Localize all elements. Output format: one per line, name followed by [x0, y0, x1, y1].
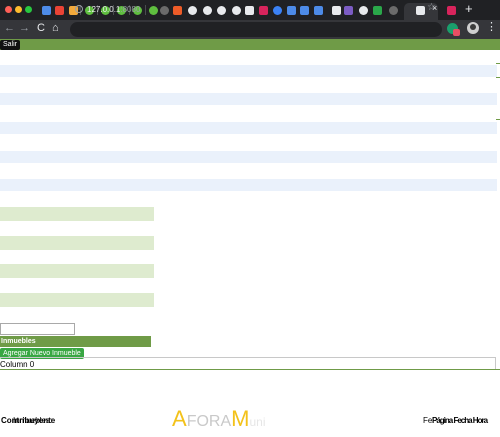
logo-letter-a: A [172, 406, 187, 431]
gmail-icon[interactable] [55, 6, 64, 15]
profile-avatar[interactable] [467, 22, 479, 34]
address-bar-url[interactable]: 127.0.0.1:8080 [87, 5, 140, 14]
tab-favicon-icon[interactable] [447, 6, 456, 15]
xbox-icon[interactable] [149, 6, 158, 15]
summary-row [0, 236, 154, 250]
grid-icon[interactable] [287, 6, 296, 15]
summary-row [0, 264, 154, 278]
active-tab-favicon-icon [416, 6, 425, 15]
medium-icon[interactable] [332, 6, 341, 15]
footer-inmuebles-label: Inmuebles: [13, 416, 53, 425]
back-icon[interactable]: ← [4, 23, 15, 34]
tab-favicon-icon[interactable] [389, 6, 398, 15]
row-marker [496, 77, 500, 78]
browser-toolbar: ← → C ⌂ [0, 20, 500, 39]
site-info-icon[interactable]: i [75, 5, 83, 13]
tab-favicon-icon[interactable] [373, 6, 382, 15]
close-window-icon[interactable] [5, 6, 12, 13]
table-right-border [495, 357, 496, 369]
info-row [0, 122, 497, 134]
chrome-icon[interactable] [188, 6, 197, 15]
search-input[interactable] [0, 323, 75, 335]
address-bar[interactable] [70, 22, 442, 37]
table-top-border [0, 357, 496, 358]
url-host: 127.0.0.1 [87, 5, 121, 14]
inmuebles-section-header: Inmuebles [0, 336, 151, 347]
footer-date-overlap-text: Página Fecha Hora [432, 416, 488, 425]
logo-letter-m: M [231, 406, 250, 431]
info-row [0, 93, 497, 105]
minimize-window-icon[interactable] [15, 6, 22, 13]
new-tab-button[interactable]: + [465, 2, 473, 15]
summary-row [0, 293, 154, 307]
aforamuni-logo: AFORAMuni [172, 408, 265, 433]
tab-favicon-icon[interactable] [344, 6, 353, 15]
chrome-icon[interactable] [232, 6, 241, 15]
tab-favicon-icon[interactable] [259, 6, 268, 15]
tab-favicon-icon[interactable] [173, 6, 182, 15]
logo-letters-uni: uni [249, 415, 266, 429]
logo-letters-fora: FORA [186, 413, 232, 430]
chrome-icon[interactable] [203, 6, 212, 15]
url-port: :8080 [120, 5, 141, 14]
grid-icon[interactable] [300, 6, 309, 15]
table-bottom-border [0, 369, 500, 370]
reload-icon[interactable]: C [37, 23, 45, 34]
chrome-icon[interactable] [217, 6, 226, 15]
tab-separator [145, 5, 146, 15]
bookmark-star-icon[interactable]: ☆ [427, 3, 436, 13]
browser-menu-icon[interactable]: ⋮ [486, 22, 497, 33]
summary-row [0, 207, 154, 221]
info-row [0, 65, 497, 77]
extension-badge-icon [453, 29, 460, 36]
tab-favicon-icon[interactable] [42, 6, 51, 15]
row-marker [496, 119, 500, 120]
table-column-header[interactable]: Column 0 [0, 360, 34, 369]
tab-favicon-icon[interactable] [273, 6, 282, 15]
page-navbar [0, 39, 500, 50]
tab-favicon-icon[interactable] [160, 6, 169, 15]
home-icon[interactable]: ⌂ [52, 23, 59, 34]
forward-icon[interactable]: → [19, 23, 30, 34]
row-marker [496, 63, 500, 64]
info-row [0, 179, 497, 191]
grid-icon[interactable] [314, 6, 323, 15]
info-row [0, 151, 497, 163]
footer-date-label: Fe [423, 416, 433, 425]
zoom-window-icon[interactable] [25, 6, 32, 13]
logout-button[interactable]: Salir [0, 40, 21, 50]
chrome-icon[interactable] [359, 6, 368, 15]
tab-favicon-icon[interactable] [245, 6, 254, 15]
